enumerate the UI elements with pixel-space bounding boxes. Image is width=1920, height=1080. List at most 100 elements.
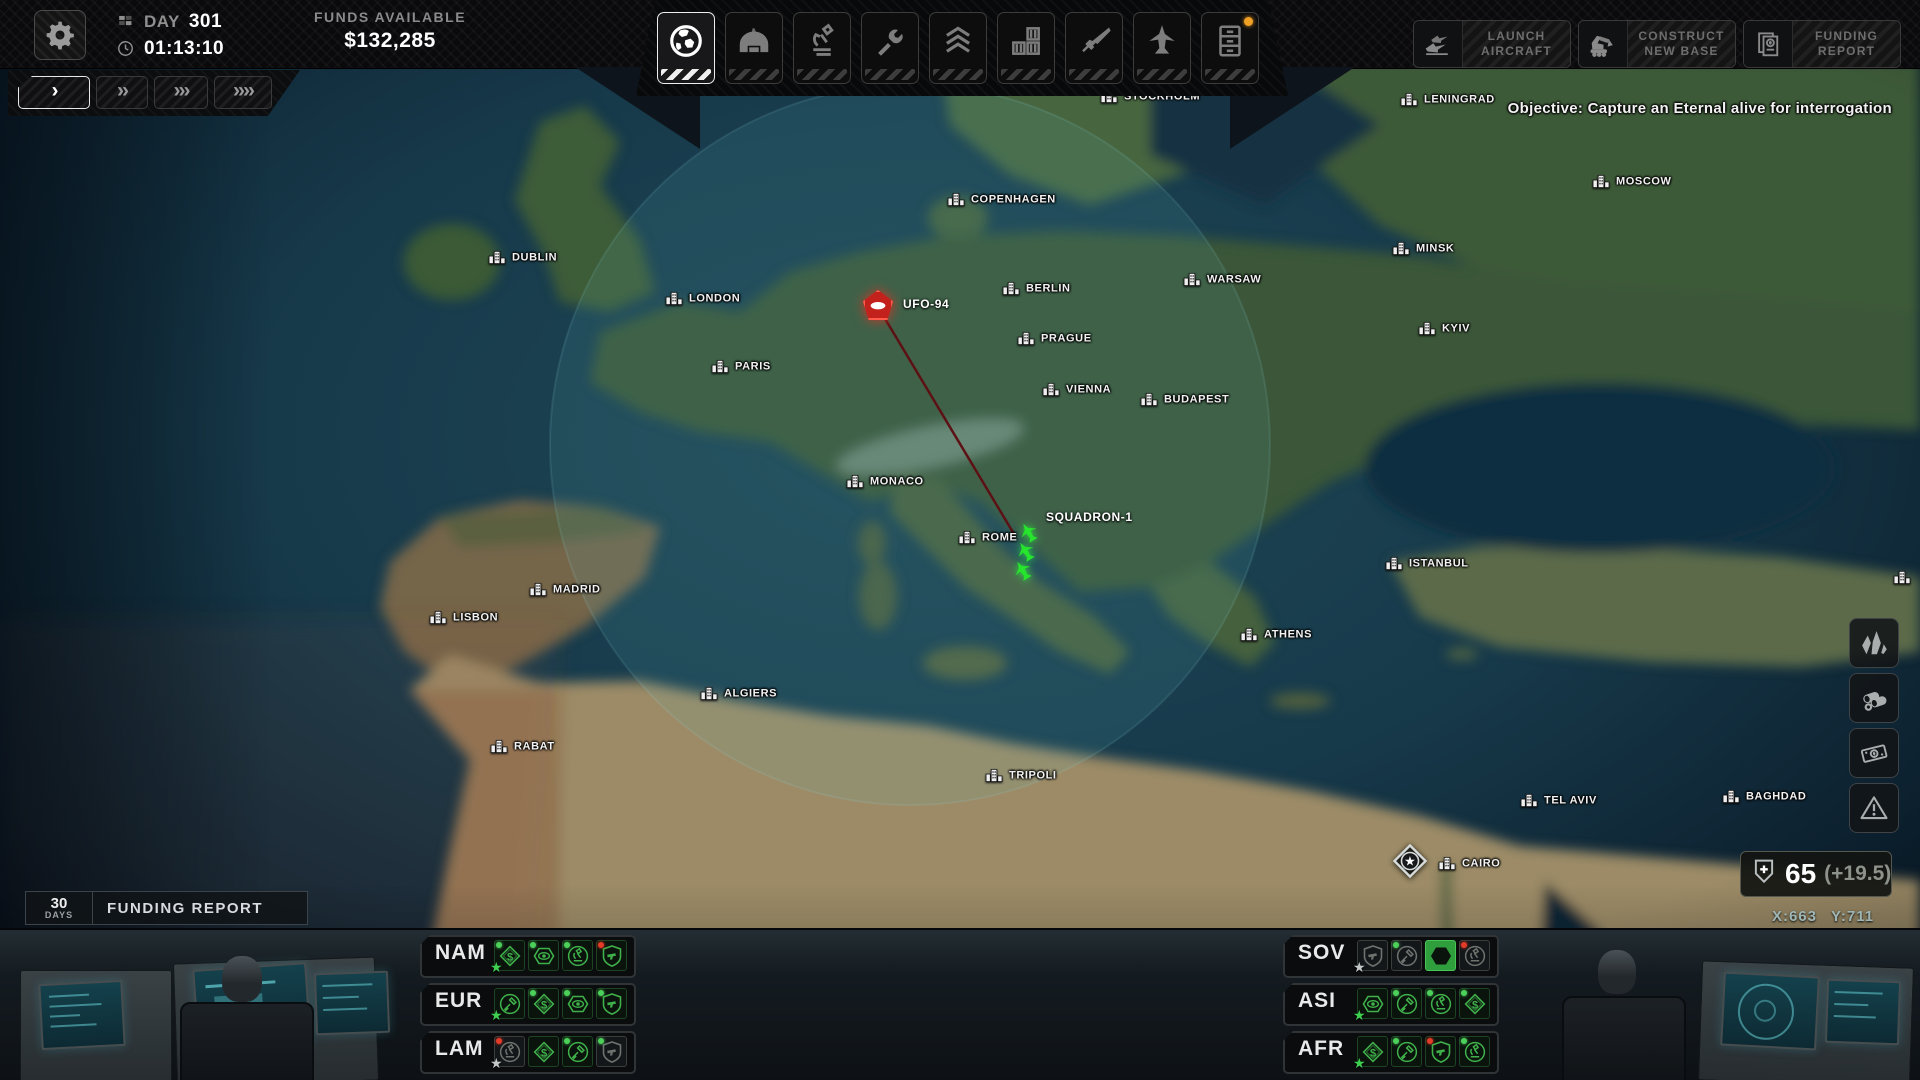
status-dot-green (598, 1038, 604, 1044)
city-marker-madrid: MADRID (529, 582, 601, 597)
region-cells: ★$ (494, 1036, 627, 1067)
city-label: BERLIN (1026, 282, 1071, 294)
launch-aircraft-button[interactable]: LAUNCHAIRCRAFT (1413, 20, 1571, 68)
region-code: AFR (1298, 1037, 1344, 1061)
squadron-label: SQUADRON-1 (1046, 510, 1133, 524)
region-status-science[interactable] (1459, 1036, 1490, 1067)
nav-tab-aircraft[interactable] (1133, 12, 1191, 84)
tab-strip (1069, 69, 1119, 80)
city-label: ROME (982, 531, 1017, 543)
city-icon (711, 359, 730, 374)
region-status-science[interactable] (1425, 988, 1456, 1019)
launch-aircraft-icon (1414, 21, 1463, 67)
region-status-military[interactable] (596, 940, 627, 971)
region-status-science[interactable] (1459, 940, 1490, 971)
city-label: BUDAPEST (1164, 393, 1229, 405)
city-icon (1438, 856, 1457, 871)
score-shield-icon (1751, 857, 1777, 892)
region-status-eye[interactable] (528, 940, 559, 971)
city-icon (1392, 241, 1411, 256)
funding-report-icon (1744, 21, 1793, 67)
time-speed-2-button[interactable]: ›› (96, 76, 148, 109)
city-icon (1017, 331, 1036, 346)
region-status-eye[interactable] (562, 988, 593, 1019)
city-label: WARSAW (1207, 273, 1261, 285)
region-panel-nam[interactable]: NAM$★ (420, 935, 636, 978)
construct-new-base-button[interactable]: CONSTRUCTNEW BASE (1578, 20, 1736, 68)
region-status-funding[interactable]: $ (1459, 988, 1490, 1019)
priority-star-icon: ★ (1353, 1055, 1366, 1072)
region-status-science[interactable]: ★ (494, 1036, 525, 1067)
player-base-marker[interactable]: ★ (1391, 842, 1429, 880)
ufo-label: UFO-94 (903, 297, 949, 311)
status-dot-red (496, 1038, 502, 1044)
nav-tab-geoscape[interactable] (657, 12, 715, 84)
city-icon (1592, 174, 1611, 189)
region-status-military[interactable] (1425, 1036, 1456, 1067)
alien-fuel-button[interactable] (1849, 673, 1899, 723)
score-delta: (+19.5) (1824, 862, 1891, 886)
money-icon (1859, 738, 1889, 768)
notification-dot (1244, 17, 1253, 26)
region-code: LAM (435, 1037, 484, 1061)
region-status-engineering[interactable]: ★ (494, 988, 525, 1019)
city-marker-algiers: ALGIERS (700, 686, 777, 701)
status-dot-green (1393, 990, 1399, 996)
nav-tab-engineering[interactable] (861, 12, 919, 84)
city-icon (1240, 627, 1259, 642)
region-status-science[interactable] (562, 940, 593, 971)
status-dot-green (1427, 990, 1433, 996)
city-marker-warsaw: WARSAW (1183, 272, 1261, 287)
region-status-eye[interactable]: ★ (1357, 988, 1388, 1019)
alien-crystal-button[interactable] (1849, 618, 1899, 668)
city-label: TEL AVIV (1544, 794, 1597, 806)
time-speed-4-button[interactable]: ›››› (214, 76, 272, 109)
region-status-funding[interactable]: $★ (1357, 1036, 1388, 1067)
city-marker-berlin: BERLIN (1002, 281, 1071, 296)
construct-new-base-icon (1579, 21, 1628, 67)
region-status-engineering[interactable] (562, 1036, 593, 1067)
region-panel-eur[interactable]: EUR★$ (420, 983, 636, 1026)
time-speed-1-button[interactable]: › (18, 76, 90, 109)
funding-report-button[interactable]: FUNDINGREPORT (1743, 20, 1901, 68)
region-status-military[interactable] (596, 988, 627, 1019)
city-marker-rabat: RABAT (490, 739, 555, 754)
tab-strip (933, 69, 983, 80)
region-status-funding[interactable]: $ (528, 988, 559, 1019)
city-label: KYIV (1442, 322, 1470, 334)
region-panel-sov[interactable]: SOV★ (1283, 935, 1499, 978)
city-icon (1140, 392, 1159, 407)
city-icon (700, 686, 719, 701)
city-icon (1042, 382, 1061, 397)
nav-tab-personnel[interactable] (929, 12, 987, 84)
coord-x: X:663 (1772, 908, 1817, 925)
alerts-button[interactable] (1849, 783, 1899, 833)
settings-button[interactable] (34, 10, 86, 60)
region-status-military[interactable]: ★ (1357, 940, 1388, 971)
status-dot-green (496, 942, 502, 948)
nav-tab-research[interactable] (793, 12, 851, 84)
days-counter: 30 DAYS (26, 892, 93, 924)
city-label: ATHENS (1264, 628, 1312, 640)
nav-tab-base[interactable] (725, 12, 783, 84)
city-icon (488, 250, 507, 265)
region-status-engineering[interactable] (1391, 1036, 1422, 1067)
nav-tab-stores[interactable] (997, 12, 1055, 84)
region-panel-lam[interactable]: LAM ★$ (420, 1031, 636, 1074)
operator-chair (1562, 996, 1686, 1080)
nav-tab-archives[interactable] (1201, 12, 1259, 84)
nav-tab-armory[interactable] (1065, 12, 1123, 84)
ufo-marker[interactable] (863, 290, 893, 320)
funds-button[interactable] (1849, 728, 1899, 778)
time-speed-3-button[interactable]: ››› (154, 76, 208, 109)
city-label: BAGHDAD (1746, 790, 1806, 802)
funding-countdown-bar[interactable]: 30 DAYS FUNDING REPORT (25, 891, 308, 925)
region-status-engineering[interactable] (1391, 940, 1422, 971)
region-status-engineering[interactable] (1391, 988, 1422, 1019)
region-status-eye[interactable] (1425, 940, 1456, 971)
region-panel-afr[interactable]: AFR $★ (1283, 1031, 1499, 1074)
region-panel-asi[interactable]: ASI★$ (1283, 983, 1499, 1026)
region-status-funding[interactable]: $ (528, 1036, 559, 1067)
region-status-military[interactable] (596, 1036, 627, 1067)
region-status-funding[interactable]: $★ (494, 940, 525, 971)
